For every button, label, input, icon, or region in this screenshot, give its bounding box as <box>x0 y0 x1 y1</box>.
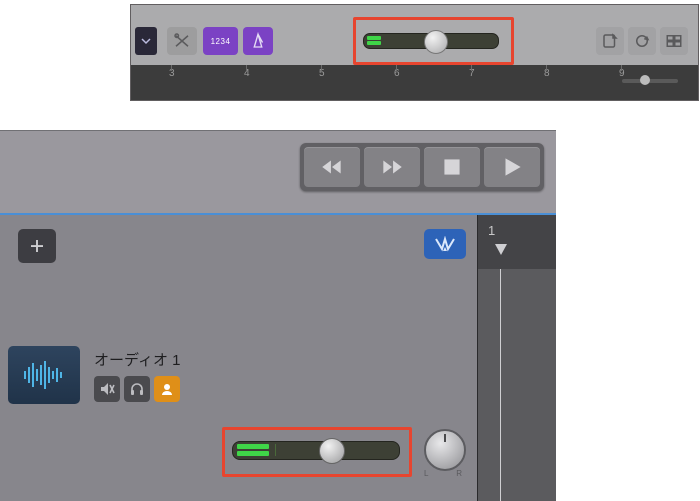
notepad-icon <box>601 32 619 50</box>
loop-icon <box>633 32 651 50</box>
timeline-header[interactable]: 1 <box>477 215 556 269</box>
count-in-button[interactable]: 1234 <box>203 27 238 55</box>
timeline-ruler[interactable]: 3 4 5 6 7 8 9 <box>131 65 698 100</box>
track-controls <box>94 376 180 402</box>
level-meter-right <box>237 451 269 456</box>
view-dropdown[interactable] <box>135 27 157 55</box>
track-info: オーディオ 1 <box>94 349 180 402</box>
fast-forward-button[interactable] <box>364 147 420 187</box>
level-meter-left <box>367 36 381 40</box>
volume-knob[interactable] <box>319 438 345 464</box>
pan-right-label: R <box>456 469 462 478</box>
top-toolbar-panel: 1234 3 4 5 6 7 8 9 <box>130 4 699 101</box>
volume-knob[interactable] <box>424 30 448 54</box>
playhead-line <box>500 269 501 501</box>
rewind-button[interactable] <box>304 147 360 187</box>
metronome-icon <box>249 32 267 50</box>
count-in-label: 1234 <box>211 37 231 46</box>
transport-controls <box>300 143 544 191</box>
stop-button[interactable] <box>424 147 480 187</box>
automation-filter-button[interactable] <box>424 229 466 259</box>
pan-knob[interactable] <box>424 429 466 471</box>
track-name: オーディオ 1 <box>94 349 180 370</box>
monitor-button[interactable] <box>124 376 150 402</box>
scissors-icon <box>173 32 191 50</box>
rewind-icon <box>319 154 345 180</box>
play-icon <box>499 154 525 180</box>
bar-number: 1 <box>488 223 495 238</box>
record-enable-button[interactable] <box>154 376 180 402</box>
pan-left-label: L <box>424 469 428 478</box>
automation-icon <box>433 236 457 252</box>
mute-button[interactable] <box>94 376 120 402</box>
toolbar: 1234 <box>131 5 698 65</box>
level-meter-left <box>237 444 269 449</box>
chevron-down-icon <box>141 36 151 46</box>
notepad-button[interactable] <box>596 27 624 55</box>
tracks-panel: 1 オーディオ 1 <box>0 130 556 499</box>
level-meter-peak <box>275 444 280 456</box>
waveform-icon <box>22 359 66 391</box>
playhead-marker[interactable] <box>494 243 508 257</box>
loop-browser-button[interactable] <box>628 27 656 55</box>
pan-labels: L R <box>424 469 462 478</box>
record-icon <box>159 381 175 397</box>
browser-icon <box>665 32 683 50</box>
metronome-button[interactable] <box>243 27 273 55</box>
track-type-audio-icon <box>8 346 80 404</box>
play-button[interactable] <box>484 147 540 187</box>
track-volume-slider[interactable] <box>232 441 400 460</box>
track-header-bar <box>18 223 474 269</box>
mute-icon <box>99 381 115 397</box>
headphones-icon <box>129 381 145 397</box>
timeline-region[interactable] <box>477 269 556 501</box>
add-track-button[interactable] <box>18 229 56 263</box>
scissors-tool-button[interactable] <box>167 27 197 55</box>
zoom-knob[interactable] <box>640 75 650 85</box>
master-volume-slider[interactable] <box>363 33 499 49</box>
fast-forward-icon <box>379 154 405 180</box>
plus-icon <box>28 237 46 255</box>
stop-icon <box>439 154 465 180</box>
browser-button[interactable] <box>660 27 688 55</box>
track-row[interactable]: オーディオ 1 <box>8 335 472 415</box>
zoom-slider[interactable] <box>622 79 678 83</box>
level-meter-right <box>367 41 381 45</box>
